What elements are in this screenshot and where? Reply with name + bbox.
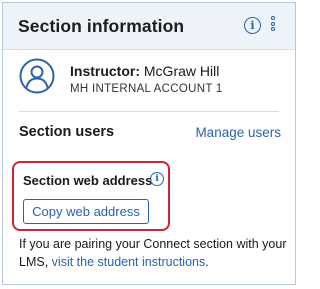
card-title: Section information (18, 16, 185, 36)
instructor-label: Instructor: (70, 63, 140, 79)
account-name: MH INTERNAL ACCOUNT 1 (70, 83, 223, 95)
section-users-title: Section users (19, 124, 115, 140)
pairing-note-end: . (205, 255, 209, 269)
copy-web-address-button[interactable]: Copy web address (23, 199, 149, 224)
section-web-address-title: Section web address (23, 173, 153, 188)
student-instructions-link[interactable]: visit the student instructions (52, 255, 206, 269)
user-avatar-icon (19, 58, 55, 94)
manage-users-link[interactable]: Manage users (195, 125, 281, 140)
divider (19, 111, 279, 112)
instructor-name: McGraw Hill (143, 63, 220, 79)
instructor-line: Instructor: McGraw Hill (70, 63, 219, 79)
info-icon[interactable]: i (244, 17, 261, 34)
pairing-note: If you are pairing your Connect section … (19, 235, 293, 271)
kebab-menu-icon[interactable] (268, 16, 278, 36)
section-information-card: Section information i Instructor: McGraw… (2, 2, 296, 285)
info-icon[interactable]: i (150, 172, 164, 186)
card-header: Section information i (3, 3, 295, 50)
